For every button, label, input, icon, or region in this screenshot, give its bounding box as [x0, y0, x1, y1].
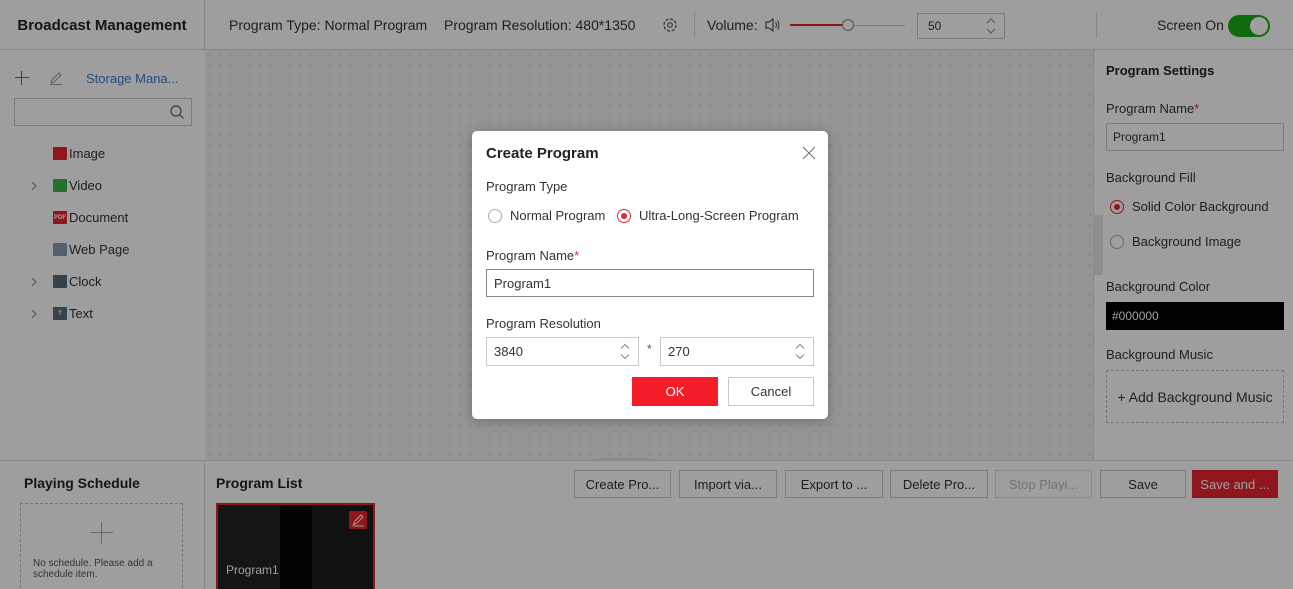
- normal-program-label: Normal Program: [510, 208, 606, 223]
- resolution-height-input[interactable]: 270: [660, 337, 814, 366]
- radio-checked-icon: [617, 208, 631, 223]
- program-name-input[interactable]: Program1: [486, 269, 814, 297]
- program-resolution-label: Program Resolution: [486, 316, 601, 331]
- ultra-long-screen-label: Ultra-Long-Screen Program: [639, 208, 799, 223]
- create-program-dialog: Create Program Program Type Normal Progr…: [472, 131, 828, 419]
- program-name-label: Program Name*: [486, 248, 579, 263]
- dialog-title: Create Program: [486, 145, 599, 162]
- program-name-label-text: Program Name: [486, 248, 575, 263]
- ok-button[interactable]: OK: [632, 377, 718, 406]
- close-icon[interactable]: [802, 146, 816, 160]
- spinner-arrows-icon[interactable]: [620, 342, 630, 361]
- resolution-width-input[interactable]: 3840: [486, 337, 639, 366]
- ultra-long-screen-radio[interactable]: Ultra-Long-Screen Program: [617, 208, 799, 223]
- resolution-height-value: 270: [668, 344, 690, 359]
- spinner-arrows-icon[interactable]: [795, 342, 805, 361]
- required-marker: *: [574, 248, 580, 263]
- resolution-width-value: 3840: [494, 344, 523, 359]
- program-type-label: Program Type: [486, 179, 568, 194]
- cancel-button[interactable]: Cancel: [728, 377, 814, 406]
- radio-unchecked-icon: [488, 208, 502, 223]
- normal-program-radio[interactable]: Normal Program: [488, 208, 605, 223]
- resolution-separator: *: [647, 342, 652, 356]
